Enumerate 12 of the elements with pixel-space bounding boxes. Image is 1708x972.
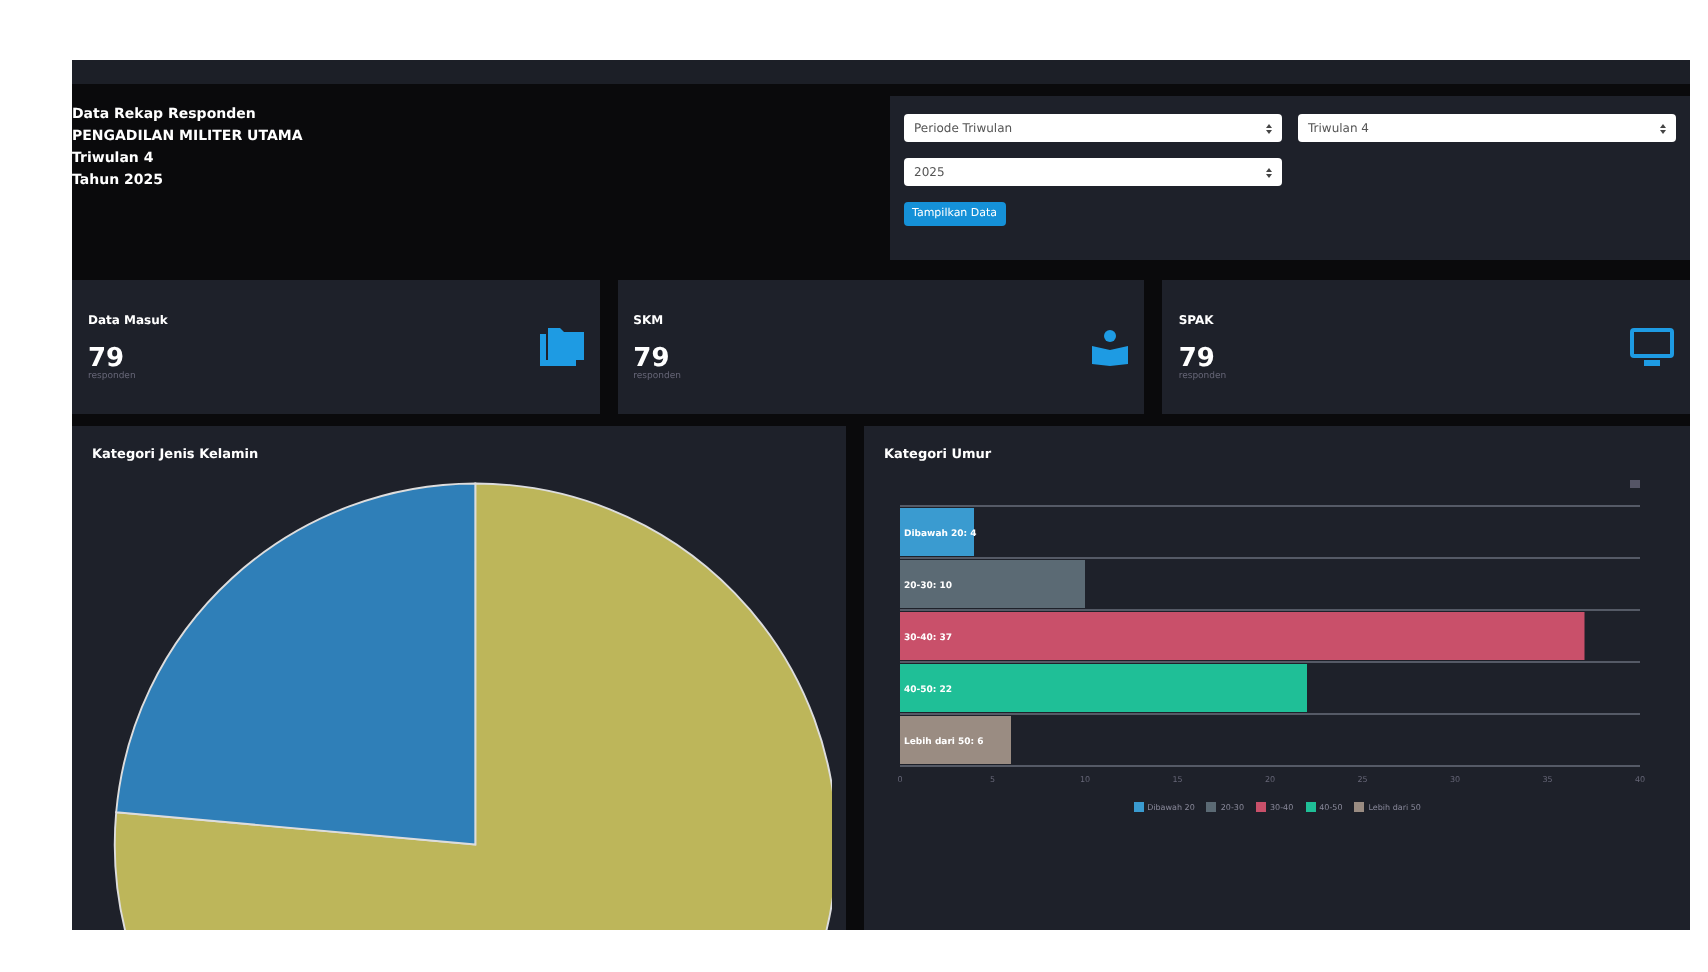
stat-value: 79 <box>88 345 125 371</box>
sort-caret-icon <box>1266 167 1272 177</box>
stat-value: 79 <box>633 345 670 371</box>
sort-caret-icon <box>1660 123 1666 133</box>
menu-icon <box>1630 480 1640 488</box>
reader-icon <box>1092 329 1129 365</box>
stat-value: 79 <box>1178 345 1215 371</box>
bar <box>900 508 974 556</box>
monitor-icon <box>1629 327 1674 367</box>
folder-icon <box>539 328 584 366</box>
bar <box>900 716 1011 764</box>
sort-caret-icon <box>1266 123 1272 133</box>
